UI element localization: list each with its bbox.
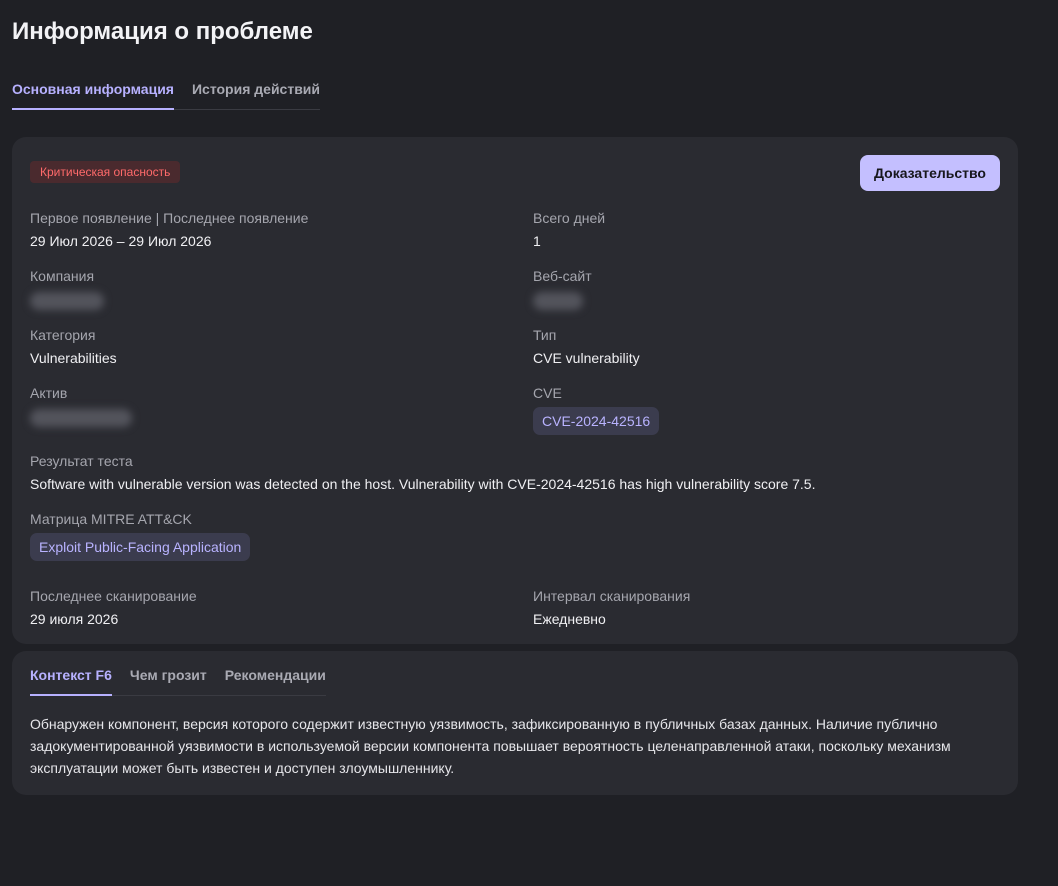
website-label: Веб-сайт xyxy=(533,268,592,284)
page-title: Информация о проблеме xyxy=(12,18,313,45)
category-label: Категория xyxy=(30,327,96,343)
asset-label: Актив xyxy=(30,385,68,401)
main-tabs: Основная информация История действий xyxy=(12,78,321,110)
company-value-redacted xyxy=(30,292,104,310)
severity-badge: Критическая опасность xyxy=(30,161,181,183)
context-tabs: Контекст F6 Чем грозит Рекомендации xyxy=(30,665,326,696)
cve-field: CVE CVE-2024-42516 xyxy=(533,385,660,435)
cve-label: CVE xyxy=(533,385,562,401)
tab-recommendations[interactable]: Рекомендации xyxy=(225,665,326,696)
scan-interval-label: Интервал сканирования xyxy=(533,588,691,604)
asset-field: Актив xyxy=(30,385,132,427)
mitre-label: Матрица MITRE ATT&CK xyxy=(30,511,192,527)
tab-action-history[interactable]: История действий xyxy=(192,78,320,110)
type-value: CVE vulnerability xyxy=(533,350,640,366)
test-result-field: Результат теста Software with vulnerable… xyxy=(30,453,815,492)
evidence-button[interactable]: Доказательство xyxy=(860,155,1000,191)
issue-details-card: Критическая опасность Доказательство Пер… xyxy=(12,137,1018,644)
total-days-field: Всего дней 1 xyxy=(533,210,605,249)
context-card: Контекст F6 Чем грозит Рекомендации Обна… xyxy=(12,651,1018,795)
type-field: Тип CVE vulnerability xyxy=(533,327,640,366)
tab-context-f6[interactable]: Контекст F6 xyxy=(30,665,112,696)
category-field: Категория Vulnerabilities xyxy=(30,327,117,366)
scan-interval-field: Интервал сканирования Ежедневно xyxy=(533,588,690,627)
last-scan-value: 29 июля 2026 xyxy=(30,611,119,627)
asset-value-redacted xyxy=(30,409,132,427)
cve-chip[interactable]: CVE-2024-42516 xyxy=(533,407,660,435)
total-days-label: Всего дней xyxy=(533,210,606,226)
context-description: Обнаружен компонент, версия которого сод… xyxy=(30,716,951,776)
company-label: Компания xyxy=(30,268,95,284)
mitre-technique-chip[interactable]: Exploit Public-Facing Application xyxy=(30,533,251,561)
website-field: Веб-сайт xyxy=(533,268,592,310)
company-field: Компания xyxy=(30,268,104,310)
type-label: Тип xyxy=(533,327,557,343)
last-scan-field: Последнее сканирование 29 июля 2026 xyxy=(30,588,197,627)
test-result-value: Software with vulnerable version was det… xyxy=(30,476,816,492)
category-value: Vulnerabilities xyxy=(30,350,117,366)
tab-main-info[interactable]: Основная информация xyxy=(12,78,174,110)
mitre-field: Матрица MITRE ATT&CK Exploit Public-Faci… xyxy=(30,511,251,561)
last-scan-label: Последнее сканирование xyxy=(30,588,197,604)
website-value-redacted xyxy=(533,292,583,310)
tab-threat[interactable]: Чем грозит xyxy=(130,665,207,696)
test-result-label: Результат теста xyxy=(30,453,133,469)
first-last-seen-label: Первое появление | Последнее появление xyxy=(30,210,309,226)
scan-interval-value: Ежедневно xyxy=(533,611,606,627)
first-last-seen-value: 29 Июл 2026 – 29 Июл 2026 xyxy=(30,233,212,249)
issue-info-page: Информация о проблеме Основная информаци… xyxy=(0,0,1058,886)
total-days-value: 1 xyxy=(533,233,541,249)
first-last-seen-field: Первое появление | Последнее появление 2… xyxy=(30,210,308,249)
